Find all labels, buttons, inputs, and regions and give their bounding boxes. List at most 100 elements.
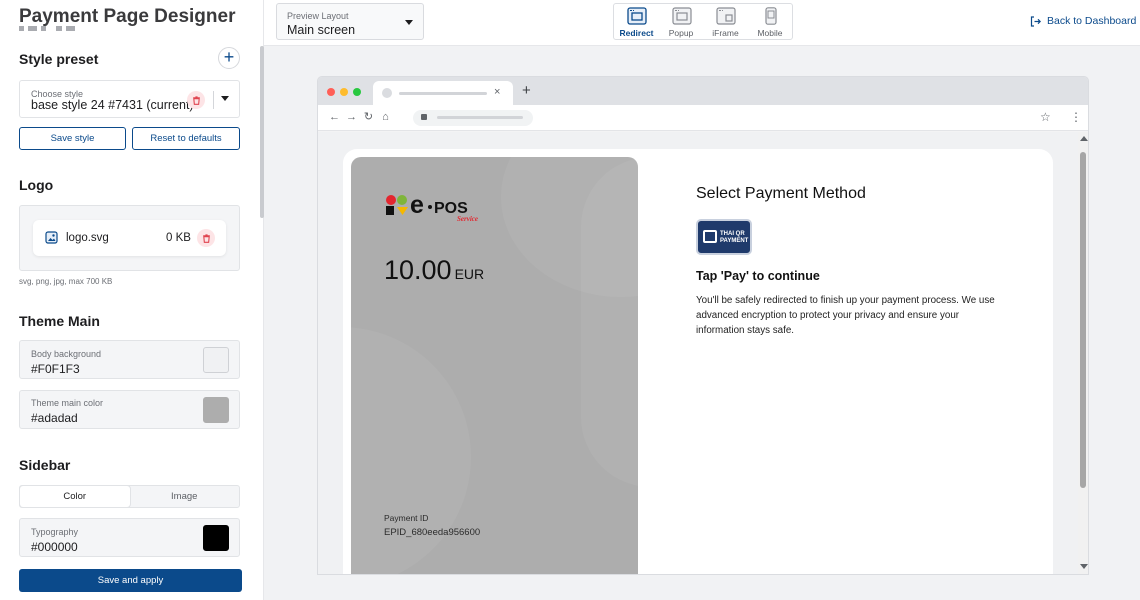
save-style-button[interactable]: Save style [19,127,126,150]
theme-main-color-label: Theme main color [31,398,104,408]
typography-value: #000000 [31,540,78,554]
mode-iframe[interactable]: iFrame [703,4,748,39]
badge-line-2: PAYMENT [720,238,749,244]
window-minimize-dot [340,88,348,96]
delete-logo-button[interactable] [197,229,215,247]
save-and-apply-button[interactable]: Save and apply [19,569,242,592]
scroll-down-icon[interactable] [1080,564,1088,569]
mode-mobile[interactable]: Mobile [748,4,793,39]
scroll-up-icon[interactable] [1080,136,1088,141]
tab-color[interactable]: Color [20,486,130,507]
sidebar-mode-tabs: Color Image [19,485,240,508]
badge-line-1: THAI QR [720,231,745,237]
url-field [413,110,533,126]
browser-address-bar: ← → ↻ ⌂ ☆ ⋮ [318,105,1088,131]
payment-id-label: Payment ID [384,513,429,523]
style-select-value: base style 24 #7431 (current) [31,98,194,112]
body-background-swatch[interactable] [203,347,229,373]
decor-shape [581,157,638,487]
preview-layout-label: Preview Layout [287,11,349,21]
kebab-icon: ⋮ [1070,110,1082,124]
preview-layout-value: Main screen [287,23,356,37]
amount-value: 10.00 [384,255,452,285]
app-title: Payment Page Designer [19,6,236,27]
payment-amount: 10.00 EUR [384,255,484,286]
style-select[interactable]: Choose style base style 24 #7431 (curren… [19,80,240,118]
browser-tab-strip: × + [318,77,1088,105]
preview-layout-select[interactable]: Preview Layout Main screen [276,3,424,40]
mode-redirect[interactable]: Redirect [614,4,659,39]
lock-icon [421,114,427,120]
tab-image[interactable]: Image [130,486,240,507]
logo-format-hint: svg, png, jpg, max 700 KB [19,277,113,286]
preview-mode-switcher: Redirect Popup iFrame Mobile [613,3,793,40]
mode-redirect-label: Redirect [619,28,654,38]
reload-icon: ↻ [363,111,374,123]
logo-title: Logo [19,177,54,193]
tab-title-placeholder [399,92,487,95]
browser-nav-buttons: ← → ↻ ⌂ [326,110,394,123]
theme-main-color-value: #adadad [31,411,78,425]
payment-main: Select Payment Method THAI QR PAYMENT Ta… [696,149,1036,574]
forward-arrow-icon: → [346,111,357,123]
settings-scrollbar[interactable] [260,46,264,218]
mode-iframe-label: iFrame [712,28,739,38]
logo-file-name: logo.svg [66,232,109,244]
plus-icon: + [223,47,235,67]
svg-text:Service: Service [457,215,478,223]
logo-file-card: logo.svg 0 KB [33,220,226,256]
mode-popup[interactable]: Popup [659,4,704,39]
browser-preview: × + ← → ↻ ⌂ ☆ ⋮ e POS Service 10.00 EUR … [317,76,1089,575]
favicon [382,88,392,98]
back-to-dashboard-label: Back to Dashboard [1047,15,1137,27]
body-background-value: #F0F1F3 [31,362,80,376]
typography-field[interactable]: Typography #000000 [19,518,240,557]
theme-main-title: Theme Main [19,313,100,329]
payment-card: e POS Service 10.00 EUR Payment ID EPID_6… [343,149,1053,574]
browser-window-icon [671,7,692,25]
theme-main-color-field[interactable]: Theme main color #adadad [19,390,240,429]
qr-icon [703,230,717,243]
logo-file-size: 0 KB [166,232,191,244]
select-separator [213,91,214,109]
scroll-thumb[interactable] [1080,152,1086,488]
browser-window-icon [716,7,736,25]
title-decoration [19,26,75,31]
close-icon: × [494,86,501,98]
top-toolbar: Preview Layout Main screen Redirect Popu… [264,0,1140,46]
preview-scrollbar[interactable] [1078,132,1088,574]
chevron-down-icon[interactable] [221,96,229,101]
url-placeholder [437,116,523,119]
logo-upload-area[interactable]: logo.svg 0 KB [19,205,240,271]
add-style-button[interactable]: + [218,47,240,69]
back-arrow-icon: ← [329,111,340,123]
payment-sidebar: e POS Service 10.00 EUR Payment ID EPID_6… [351,157,638,574]
new-tab-icon: + [522,82,531,99]
home-icon: ⌂ [382,111,389,123]
svg-text:e: e [410,193,424,219]
sidebar-title: Sidebar [19,457,71,473]
trash-icon [192,95,200,105]
delete-style-button[interactable] [187,91,205,109]
logout-icon [1030,15,1041,27]
chevron-down-icon [405,20,413,25]
reset-defaults-button[interactable]: Reset to defaults [132,127,240,150]
redirect-description: You'll be safely redirected to finish up… [696,295,995,336]
typography-label: Typography [31,527,79,537]
style-preset-title: Style preset [19,51,99,67]
mode-popup-label: Popup [668,28,694,38]
file-image-icon [45,231,58,244]
typography-swatch[interactable] [203,525,229,551]
mode-mobile-label: Mobile [757,28,783,38]
browser-viewport: e POS Service 10.00 EUR Payment ID EPID_6… [318,132,1088,574]
theme-main-color-swatch[interactable] [203,397,229,423]
browser-tab: × [373,81,513,105]
back-to-dashboard-link[interactable]: Back to Dashboard [1030,15,1136,27]
payment-id-value: EPID_680eeda956600 [384,527,481,538]
thai-qr-payment-option[interactable]: THAI QR PAYMENT [696,219,752,255]
trash-icon [202,233,210,243]
tap-to-continue-title: Tap 'Pay' to continue [696,269,820,283]
window-maximize-dot [353,88,361,96]
window-close-dot [327,88,335,96]
body-background-field[interactable]: Body background #F0F1F3 [19,340,240,379]
